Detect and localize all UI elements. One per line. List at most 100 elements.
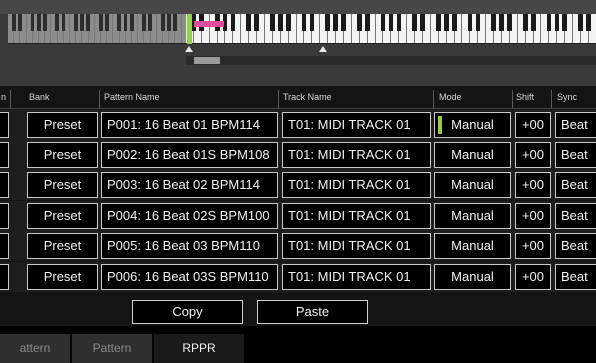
keyboard-scrollbar[interactable] — [186, 56, 596, 65]
row-edge-cell[interactable] — [0, 233, 9, 259]
black-key[interactable] — [546, 14, 552, 31]
black-key[interactable] — [309, 14, 315, 31]
bank-cell[interactable]: Preset — [27, 112, 98, 138]
sync-cell[interactable]: Beat — [555, 142, 596, 168]
pattern-name-cell[interactable]: P004: 16 Beat 02S BPM100 — [101, 203, 278, 229]
black-key[interactable] — [173, 14, 177, 31]
black-key[interactable] — [578, 14, 583, 31]
black-key[interactable] — [61, 14, 66, 31]
black-key[interactable] — [123, 14, 128, 31]
black-key[interactable] — [491, 14, 497, 31]
track-name-cell[interactable]: T01: MIDI TRACK 01 — [282, 112, 431, 138]
pattern-name-cell[interactable]: P005: 16 Beat 03 BPM110 — [101, 233, 278, 259]
range-start-marker[interactable] — [187, 14, 192, 44]
row-edge-cell[interactable] — [0, 203, 9, 229]
black-key[interactable] — [507, 14, 512, 31]
black-key[interactable] — [270, 14, 275, 31]
black-key[interactable] — [55, 14, 60, 31]
black-key[interactable] — [230, 14, 236, 31]
mode-cell[interactable]: Manual — [434, 112, 511, 138]
black-key[interactable] — [254, 14, 260, 31]
black-key[interactable] — [530, 14, 536, 31]
black-key[interactable] — [341, 14, 346, 31]
keyboard-scroll-thumb[interactable] — [194, 57, 220, 64]
black-key[interactable] — [278, 14, 283, 31]
black-key[interactable] — [74, 14, 78, 31]
shift-cell[interactable]: +00 — [515, 233, 551, 259]
row-edge-cell[interactable] — [0, 112, 9, 138]
paste-button[interactable]: Paste — [257, 300, 368, 324]
pattern-name-cell[interactable]: P001: 16 Beat 01 BPM114 — [101, 112, 278, 138]
track-name-cell[interactable]: T01: MIDI TRACK 01 — [282, 172, 431, 198]
black-key[interactable] — [388, 14, 394, 31]
black-key[interactable] — [36, 14, 41, 31]
sync-cell[interactable]: Beat — [555, 172, 596, 198]
black-key[interactable] — [333, 14, 339, 31]
bank-cell[interactable]: Preset — [27, 172, 98, 198]
mode-cell[interactable]: Manual — [434, 203, 511, 229]
black-key[interactable] — [364, 14, 370, 31]
black-key[interactable] — [475, 14, 481, 31]
mode-cell[interactable]: Manual — [434, 172, 511, 198]
black-key[interactable] — [160, 14, 165, 31]
tab-pattern[interactable]: Pattern — [72, 334, 152, 363]
black-key[interactable] — [522, 14, 528, 31]
mode-cell[interactable]: Manual — [434, 233, 511, 259]
tab-rppr[interactable]: RPPR — [154, 334, 244, 363]
pattern-name-cell[interactable]: P006: 16 Beat 03S BPM110 — [101, 264, 278, 290]
black-key[interactable] — [80, 14, 84, 31]
sync-cell[interactable]: Beat — [555, 233, 596, 259]
black-key[interactable] — [30, 14, 35, 31]
black-key[interactable] — [380, 14, 386, 31]
bank-cell[interactable]: Preset — [27, 233, 98, 259]
row-edge-cell[interactable] — [0, 172, 9, 198]
bank-cell[interactable]: Preset — [27, 142, 98, 168]
black-key[interactable] — [499, 14, 504, 31]
black-key[interactable] — [246, 14, 252, 31]
black-key[interactable] — [436, 14, 441, 31]
black-key[interactable] — [18, 14, 22, 31]
black-key[interactable] — [396, 14, 402, 31]
sync-cell[interactable]: Beat — [555, 203, 596, 229]
black-key[interactable] — [167, 14, 171, 31]
black-key[interactable] — [129, 14, 134, 31]
shift-cell[interactable]: +00 — [515, 172, 551, 198]
black-key[interactable] — [420, 14, 425, 31]
black-key[interactable] — [12, 14, 16, 31]
tab-pattern-partial[interactable]: attern — [0, 334, 70, 363]
track-name-cell[interactable]: T01: MIDI TRACK 01 — [282, 203, 431, 229]
black-key[interactable] — [412, 14, 418, 31]
shift-cell[interactable]: +00 — [515, 203, 551, 229]
black-key[interactable] — [98, 14, 103, 31]
track-name-cell[interactable]: T01: MIDI TRACK 01 — [282, 142, 431, 168]
sync-cell[interactable]: Beat — [555, 112, 596, 138]
black-key[interactable] — [43, 14, 47, 31]
copy-button[interactable]: Copy — [132, 300, 243, 324]
track-name-cell[interactable]: T01: MIDI TRACK 01 — [282, 233, 431, 259]
black-key[interactable] — [451, 14, 457, 31]
black-key[interactable] — [562, 14, 568, 31]
row-edge-cell[interactable] — [0, 142, 9, 168]
shift-cell[interactable]: +00 — [515, 142, 551, 168]
bank-cell[interactable]: Preset — [27, 203, 98, 229]
black-key[interactable] — [142, 14, 146, 31]
black-key[interactable] — [357, 14, 362, 31]
pattern-name-cell[interactable]: P002: 16 Beat 01S BPM108 — [101, 142, 278, 168]
black-key[interactable] — [586, 14, 591, 31]
pattern-name-cell[interactable]: P003: 16 Beat 02 BPM114 — [101, 172, 278, 198]
bank-cell[interactable]: Preset — [27, 264, 98, 290]
black-key[interactable] — [148, 14, 153, 31]
shift-cell[interactable]: +00 — [515, 112, 551, 138]
black-key[interactable] — [105, 14, 109, 31]
black-key[interactable] — [467, 14, 473, 31]
black-key[interactable] — [301, 14, 307, 31]
shift-cell[interactable]: +00 — [515, 264, 551, 290]
black-key[interactable] — [554, 14, 560, 31]
track-name-cell[interactable]: T01: MIDI TRACK 01 — [282, 264, 431, 290]
black-key[interactable] — [285, 14, 291, 31]
black-key[interactable] — [86, 14, 91, 31]
keyboard-in-range[interactable] — [186, 14, 596, 44]
row-edge-cell[interactable] — [0, 264, 9, 290]
black-key[interactable] — [325, 14, 331, 31]
black-key[interactable] — [117, 14, 122, 31]
